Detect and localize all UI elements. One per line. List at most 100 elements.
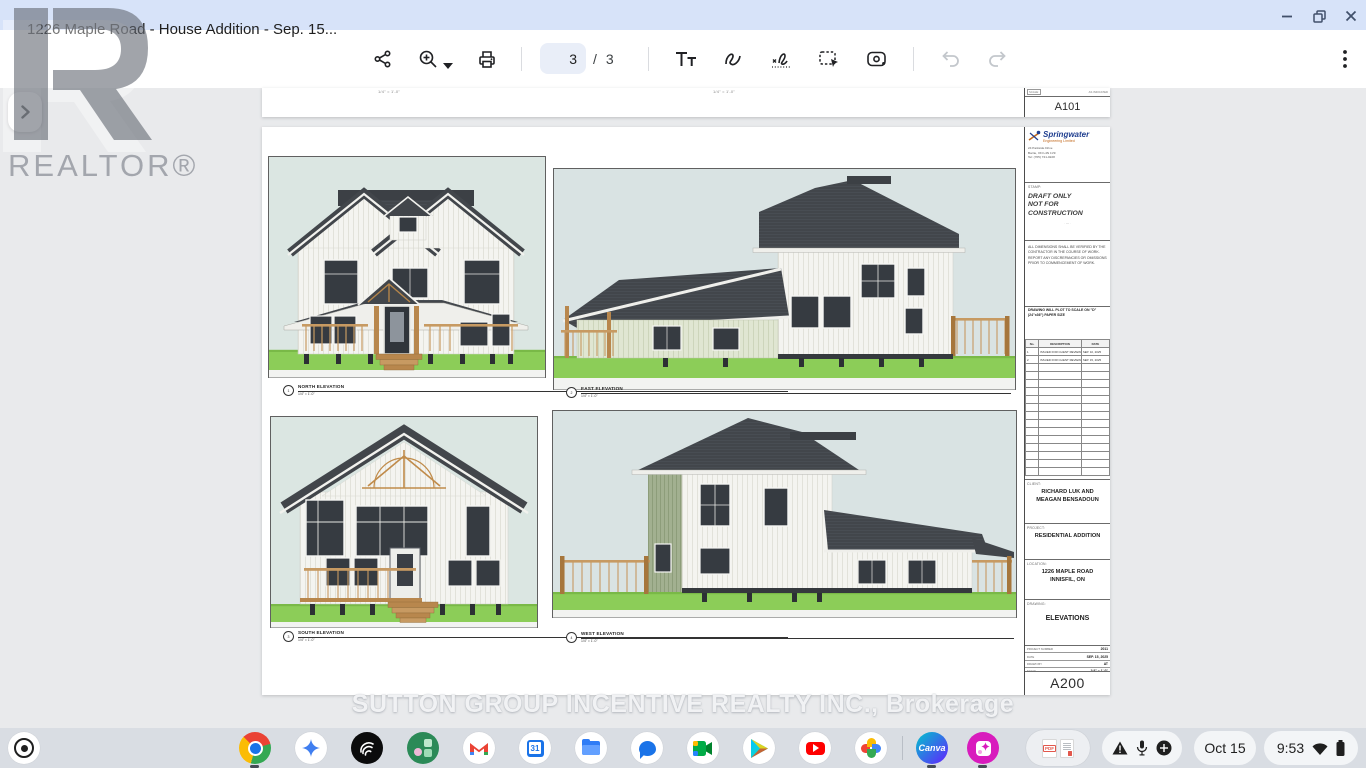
pdf-doc-icon: PDF (1042, 739, 1057, 758)
signature-tool-button[interactable] (769, 47, 793, 71)
client-label: CLIENT: (1027, 482, 1108, 486)
open-pdf-window-button[interactable]: PDF (1026, 730, 1090, 766)
chevron-right-icon (21, 105, 30, 119)
meet-app-button[interactable] (687, 732, 719, 764)
stamp-line: DRAFT ONLY (1028, 193, 1107, 201)
stamp-label: STAMP: (1028, 185, 1107, 189)
project-name: RESIDENTIAL ADDITION (1027, 533, 1108, 541)
titleblock-spacer (1025, 325, 1110, 339)
screenshot-lens-button[interactable] (865, 47, 889, 71)
titleblock-revisions: No. DESCRIPTION DATE 1 ISSUED FOR CLIENT… (1025, 339, 1110, 480)
system-tray-button[interactable]: 9:53 (1264, 731, 1358, 765)
wifi-icon (1312, 742, 1328, 755)
chrome-app-button[interactable] (239, 732, 271, 764)
magenta-app-button[interactable] (967, 732, 999, 764)
signature-icon (770, 49, 792, 69)
text-tool-button[interactable] (674, 47, 698, 71)
zoom-in-icon (418, 49, 438, 69)
restore-button[interactable] (1308, 6, 1330, 26)
titleblock-stamp: STAMP: DRAFT ONLY NOT FOR CONSTRUCTION ·… (1025, 183, 1110, 241)
caret-down-icon (443, 63, 453, 69)
zoom-button[interactable] (416, 47, 440, 71)
north-elevation-drawing (268, 156, 546, 378)
pdf-page-2-bottom: 1/4" = 1'-0" 1/4" = 1'-0" SCALE: AS INDI… (262, 88, 1110, 117)
gmail-app-button[interactable] (463, 732, 495, 764)
titleblock-notes: ALL DIMENSIONS SHALL BE VERIFIED BY THE … (1025, 241, 1110, 307)
mint-square (424, 749, 432, 757)
detail-bubble: 4 (566, 632, 577, 643)
toolbar-separator (521, 47, 522, 71)
rev-date: SEP. 10, 2025 (1081, 348, 1109, 356)
minimize-button[interactable] (1276, 6, 1298, 26)
detail-bubble: 3 (283, 631, 294, 642)
project-label: PROJECT: (1027, 526, 1108, 530)
firm-logo-icon (1028, 130, 1041, 143)
calendar-day: 31 (529, 742, 541, 754)
arcs-app-button[interactable] (351, 732, 383, 764)
shelf-time: 9:53 (1277, 740, 1304, 756)
chromeos-screen: 1226 Maple Road - House Addition - Sep. … (0, 0, 1366, 768)
print-icon (477, 49, 497, 69)
launcher-icon (14, 738, 34, 758)
firm-name: Springwater (1043, 130, 1089, 139)
undo-button[interactable] (938, 47, 962, 71)
toolbar-separator (648, 47, 649, 71)
location-line: 1226 MAPLE ROAD (1027, 569, 1108, 577)
zoom-menu-caret[interactable] (443, 56, 453, 74)
arcs-icon (357, 738, 377, 758)
elevation-scale: 1/4" = 1'-0" (581, 640, 1014, 643)
share-button[interactable] (371, 47, 395, 71)
page-number-input[interactable]: 3 (540, 43, 586, 74)
print-button[interactable] (475, 47, 499, 71)
titleblock-client: CLIENT: RICHARD LUK AND MEAGAN BENSADOUN (1025, 480, 1110, 524)
battery-icon (1336, 740, 1345, 756)
gemini-app-button[interactable] (295, 732, 327, 764)
rev-no: 1 (1026, 348, 1039, 356)
launcher-button[interactable] (8, 732, 40, 764)
rev-date: SEP. 15, 2025 (1081, 356, 1109, 364)
youtube-app-button[interactable] (799, 732, 831, 764)
page2-scale-mark: 1/4" = 1'-0" (713, 89, 735, 94)
share-icon (373, 49, 393, 69)
sheet-number: A200 (1025, 672, 1110, 693)
redo-icon (988, 50, 1008, 68)
play-store-app-button[interactable] (743, 732, 775, 764)
page2-scale-label: SCALE: (1027, 89, 1041, 95)
page2-titleblock: SCALE: AS INDICATED A101 (1024, 88, 1110, 117)
close-button[interactable] (1340, 6, 1362, 26)
meta-value: 2011 (1101, 647, 1108, 651)
files-app-button[interactable] (575, 732, 607, 764)
messages-bubble-icon (639, 741, 656, 756)
draw-tool-button[interactable] (721, 47, 745, 71)
expand-panel-button[interactable] (8, 92, 42, 132)
page2-sheet-number: A101 (1025, 97, 1110, 117)
elevation-name: WEST ELEVATION (581, 632, 1014, 637)
scribble-icon (722, 49, 744, 69)
meta-value: SEP. 15, 2025 (1087, 655, 1108, 659)
page2-scale-mark: 1/4" = 1'-0" (378, 89, 400, 94)
more-menu-button[interactable] (1333, 47, 1357, 71)
drawing-label: DRAWING: (1027, 602, 1108, 606)
redo-button[interactable] (986, 47, 1010, 71)
titleblock-firm: Springwater Engineering Limited 24 Parks… (1025, 127, 1110, 183)
photos-app-button[interactable] (855, 732, 887, 764)
youtube-icon (806, 742, 825, 755)
titleblock: Springwater Engineering Limited 24 Parks… (1024, 127, 1110, 695)
messages-app-button[interactable] (631, 732, 663, 764)
text-tool-icon (675, 49, 697, 69)
firm-address-3: Tel: (705) 721-0228 (1028, 155, 1107, 160)
select-area-button[interactable] (817, 47, 841, 71)
calendar-app-button[interactable]: 31 (519, 732, 551, 764)
pink-dot (414, 748, 422, 756)
south-elevation-drawing (270, 416, 538, 628)
minimize-icon (1281, 10, 1293, 22)
files-folder-icon (582, 741, 600, 755)
toolbar-separator (913, 47, 914, 71)
date-button[interactable]: Oct 15 (1194, 731, 1256, 765)
undo-icon (940, 50, 960, 68)
client-name: MEAGAN BENSADOUN (1027, 497, 1108, 505)
status-tray[interactable] (1102, 731, 1182, 765)
restore-icon (1313, 10, 1326, 23)
green-app-button[interactable] (407, 732, 439, 764)
canva-app-button[interactable]: Canva (916, 732, 948, 764)
